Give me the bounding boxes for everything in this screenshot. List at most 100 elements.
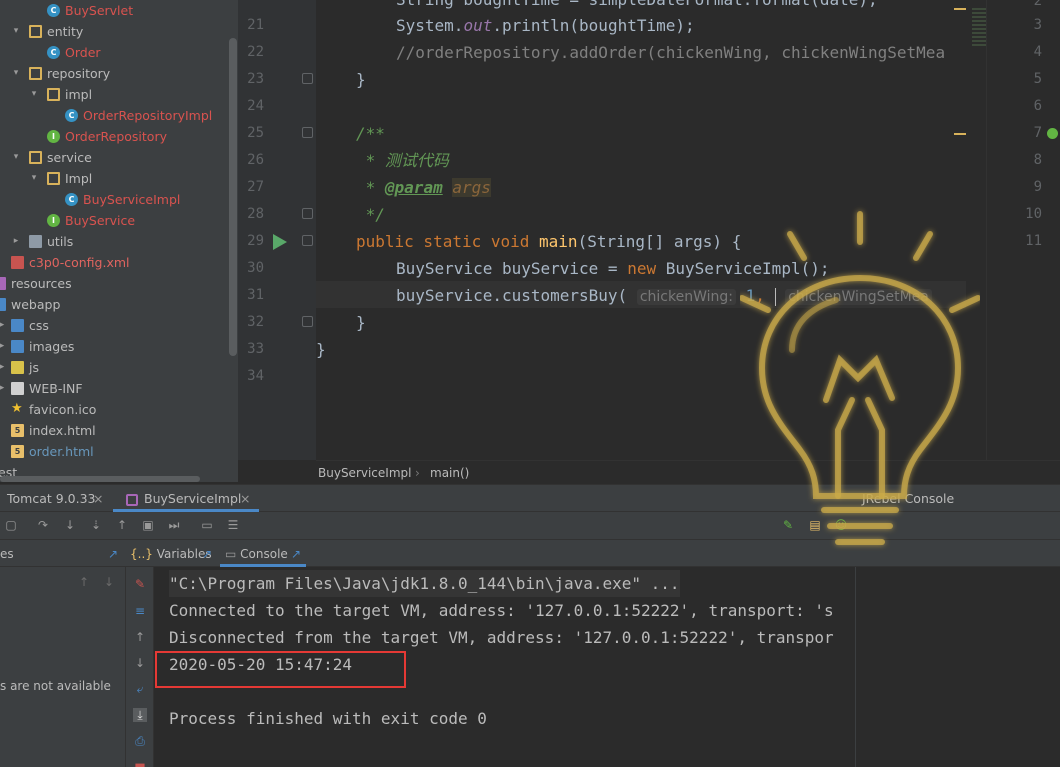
folder-icon	[11, 382, 24, 395]
star-icon: ★	[11, 401, 23, 416]
fold-icon[interactable]	[302, 73, 313, 84]
step-over-icon[interactable]: ↷	[36, 518, 50, 532]
close-icon[interactable]: ×	[93, 485, 103, 512]
clear-icon[interactable]: ✎	[133, 577, 147, 591]
tree-horizontal-scrollbar[interactable]	[0, 476, 200, 482]
chevron-down-icon[interactable]: ▾	[28, 168, 40, 189]
close-icon[interactable]: ×	[240, 485, 250, 512]
warning-marker[interactable]	[954, 8, 966, 10]
chevron-right-icon[interactable]: ▸	[0, 336, 8, 357]
line-number: 34	[247, 368, 264, 384]
line-number: 5	[1033, 71, 1042, 87]
html-file-icon: 5	[11, 424, 24, 437]
trace-icon[interactable]: ☰	[226, 518, 240, 532]
tab-variables[interactable]: {..} Variables	[130, 541, 212, 567]
fold-icon[interactable]	[302, 316, 313, 327]
tree-scrollbar[interactable]	[229, 38, 237, 356]
up-arrow-icon[interactable]: ↑	[133, 630, 147, 644]
restore-layout-icon[interactable]: ↗	[108, 541, 118, 567]
scroll-to-end-icon[interactable]: ⤓	[133, 708, 147, 722]
fold-icon[interactable]	[302, 208, 313, 219]
package-icon	[29, 67, 42, 80]
frames-panel: ↑ ↓ s are not available	[0, 567, 126, 767]
package-icon	[47, 172, 60, 185]
force-step-into-icon[interactable]: ⇣	[89, 518, 103, 532]
jrebel-status-icon[interactable]: ☺	[834, 518, 848, 532]
chevron-right-icon[interactable]: ▸	[0, 357, 8, 378]
delete-icon[interactable]: ▬	[133, 758, 147, 767]
breadcrumb-class[interactable]: BuyServiceImpl	[318, 461, 411, 485]
run-marker-icon[interactable]	[1047, 128, 1058, 139]
chevron-right-icon[interactable]: ▸	[10, 231, 22, 252]
restore-layout-icon[interactable]: ↗	[202, 541, 212, 567]
line-number: 27	[247, 179, 264, 195]
up-arrow-icon[interactable]: ↑	[79, 575, 89, 589]
code-line: * @param args	[356, 178, 491, 197]
class-icon: C	[47, 46, 60, 59]
down-arrow-icon[interactable]: ↓	[104, 575, 114, 589]
line-number: 10	[1025, 206, 1042, 222]
application-icon	[126, 493, 138, 506]
breadcrumb: BuyServiceImpl › main()	[316, 460, 1060, 484]
chevron-down-icon[interactable]: ▾	[10, 21, 22, 42]
divider	[855, 567, 856, 767]
web-folder-icon	[0, 298, 6, 311]
evaluate-icon[interactable]: ▭	[200, 518, 214, 532]
project-tree: C BuyServlet ▾ entity C Order ▾ reposito…	[0, 0, 238, 482]
step-into-icon[interactable]: ↓	[63, 518, 77, 532]
line-number: 32	[247, 314, 264, 330]
tab-tomcat[interactable]: Tomcat 9.0.33	[7, 485, 96, 512]
chevron-down-icon[interactable]: ▾	[10, 63, 22, 84]
code-line: }	[316, 340, 326, 359]
sort-icon[interactable]: ≡	[133, 604, 147, 618]
console-empty-area	[855, 567, 1060, 767]
console-line: Disconnected from the target VM, address…	[169, 628, 834, 647]
line-number: 25	[247, 125, 264, 141]
layout-icon[interactable]: ▢	[4, 518, 18, 532]
breadcrumb-method[interactable]: main()	[430, 461, 469, 485]
tab-frames[interactable]: es	[0, 541, 14, 567]
code-editor[interactable]: String boughtTime = simpleDateFormat.for…	[316, 0, 966, 460]
console-icon: ▭	[225, 547, 237, 561]
breadcrumb-separator: ›	[415, 466, 420, 480]
chevron-down-icon[interactable]: ▾	[28, 84, 40, 105]
chevron-right-icon[interactable]: ▸	[0, 378, 8, 399]
class-icon: C	[65, 193, 78, 206]
code-line: }	[356, 70, 366, 89]
chevron-down-icon[interactable]: ▾	[10, 147, 22, 168]
code-line: //orderRepository.addOrder(chickenWing, …	[396, 43, 946, 62]
line-number: 28	[247, 206, 264, 222]
interface-icon: I	[47, 130, 60, 143]
code-line: BuyService buyService = new BuyServiceIm…	[396, 259, 830, 278]
down-arrow-icon[interactable]: ↓	[133, 656, 147, 670]
step-out-icon[interactable]: ↑	[115, 518, 129, 532]
class-icon: C	[47, 4, 60, 17]
line-number: 31	[247, 287, 264, 303]
code-line: * 测试代码	[356, 151, 449, 170]
line-number: 9	[1033, 179, 1042, 195]
print-icon[interactable]: ⎙	[133, 734, 147, 748]
tab-jrebel-console[interactable]: JRebel Console	[862, 485, 954, 512]
fold-icon[interactable]	[302, 235, 313, 246]
editor-right-margin	[966, 0, 986, 460]
soft-wrap-icon[interactable]: ⤶	[133, 682, 147, 696]
fold-icon[interactable]	[302, 127, 313, 138]
interface-icon: I	[47, 214, 60, 227]
jrebel-icon[interactable]: ✎	[781, 518, 795, 532]
folder-icon	[11, 340, 24, 353]
error-stripe[interactable]	[972, 8, 986, 48]
drop-frame-icon[interactable]: ▣	[141, 518, 155, 532]
run-icon[interactable]	[273, 234, 287, 250]
package-icon	[47, 88, 60, 101]
line-number: 21	[247, 17, 264, 33]
xml-file-icon	[11, 256, 24, 269]
tab-buyserviceimpl[interactable]: BuyServiceImpl	[126, 485, 241, 512]
jrebel-tool-icon[interactable]: ▤	[808, 518, 822, 532]
warning-marker[interactable]	[954, 133, 966, 135]
console-line: Process finished with exit code 0	[169, 709, 487, 728]
run-to-cursor-icon[interactable]: ⏭	[167, 518, 181, 532]
code-line: /**	[356, 124, 385, 143]
chevron-right-icon[interactable]: ▸	[0, 315, 8, 336]
code-line: buyService.customersBuy( chickenWing: 1,…	[396, 282, 932, 309]
resources-folder-icon	[0, 277, 6, 290]
